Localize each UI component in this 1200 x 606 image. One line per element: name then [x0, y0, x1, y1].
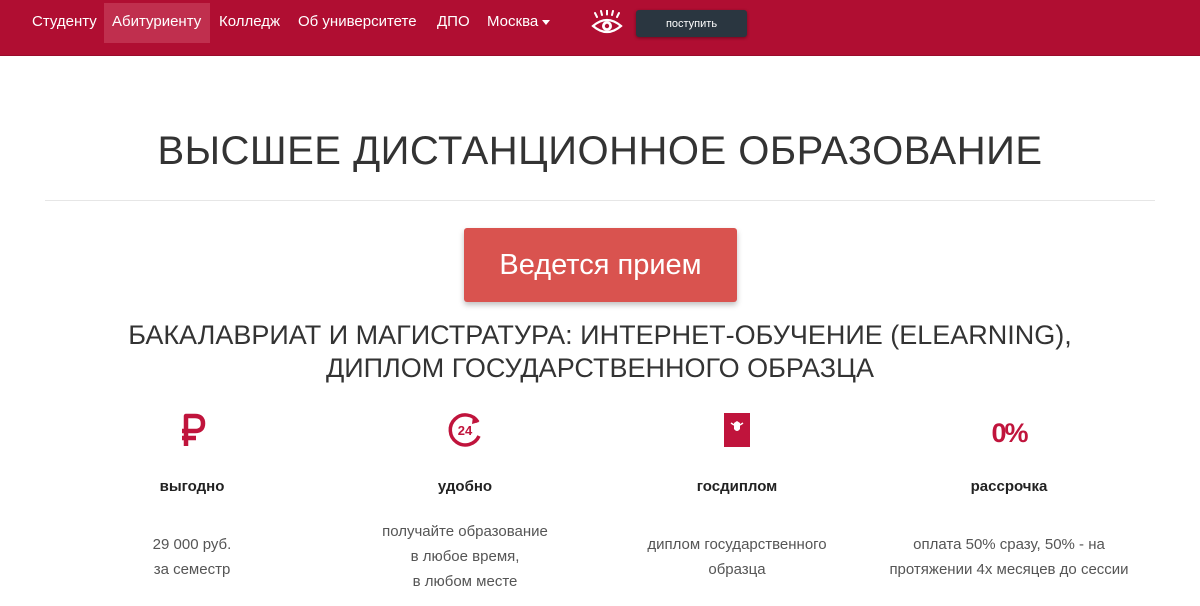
caret-down-icon: [542, 19, 551, 25]
page-subtitle: БАКАЛАВРИАТ И МАГИСТРАТУРА: ИНТЕРНЕТ-ОБУ…: [0, 319, 1200, 385]
zero-percent-icon: 0%: [991, 418, 1029, 448]
nav-item-student[interactable]: Студенту: [24, 3, 105, 43]
feature-description: диплом государственного образца: [587, 532, 887, 582]
feature-line: получайте образование: [382, 523, 548, 540]
feature-line: оплата 50% сразу, 50% - на: [913, 536, 1105, 553]
svg-text:0%: 0%: [991, 418, 1028, 448]
feature-installment: 0% рассрочка оплата 50% сразу, 50% - на …: [859, 410, 1159, 578]
feature-line: диплом государственного: [647, 536, 827, 553]
nav-item-dpo[interactable]: ДПО: [429, 3, 478, 43]
page-title: ВЫСШЕЕ ДИСТАНЦИОННОЕ ОБРАЗОВАНИЕ: [157, 129, 1043, 173]
apply-button[interactable]: поступить: [636, 10, 747, 37]
feature-title: госдиплом: [696, 478, 778, 495]
feature-title: выгодно: [159, 478, 225, 495]
feature-line: за семестр: [153, 561, 231, 578]
diploma-icon: [724, 413, 750, 447]
feature-description: 29 000 руб. за семестр: [42, 532, 342, 582]
feature-convenient: 24 удобно получайте образование в любое …: [315, 410, 615, 590]
feature-line: 29 000 руб.: [152, 536, 232, 553]
nav-item-applicant[interactable]: Абитуриенту: [104, 3, 210, 43]
nav-item-about-university[interactable]: Об университете: [290, 3, 425, 43]
top-navbar: Студенту Абитуриенту Колледж Об универси…: [0, 0, 1200, 56]
feature-state-diploma: госдиплом диплом государственного образц…: [587, 410, 887, 578]
feature-line: в любое время,: [410, 548, 520, 565]
svg-text:24: 24: [458, 423, 473, 438]
feature-description: получайте образование в любое время, в л…: [315, 519, 615, 594]
subtitle-line-1: БАКАЛАВРИАТ И МАГИСТРАТУРА: ИНТЕРНЕТ-ОБУ…: [128, 320, 1072, 350]
city-label: Москва: [487, 13, 539, 30]
nav-item-city-dropdown[interactable]: Москва: [479, 3, 558, 43]
feature-line: протяжении 4х месяцев до сессии: [889, 561, 1129, 578]
nav-item-college[interactable]: Колледж: [211, 3, 288, 43]
admission-open-button[interactable]: Ведется прием: [464, 228, 737, 302]
ruble-icon: [182, 413, 206, 446]
eye-icon[interactable]: [591, 9, 623, 36]
feature-line: в любом месте: [412, 573, 518, 590]
feature-description: оплата 50% сразу, 50% - на протяжении 4х…: [859, 532, 1159, 582]
feature-title: удобно: [437, 478, 493, 495]
clock-24-icon: 24: [448, 413, 481, 447]
subtitle-line-2: ДИПЛОМ ГОСУДАРСТВЕННОГО ОБРАЗЦА: [325, 353, 875, 383]
feature-title: рассрочка: [970, 478, 1048, 495]
feature-profitable: выгодно 29 000 руб. за семестр: [42, 410, 342, 578]
feature-line: образца: [708, 561, 766, 578]
divider: [45, 200, 1155, 201]
